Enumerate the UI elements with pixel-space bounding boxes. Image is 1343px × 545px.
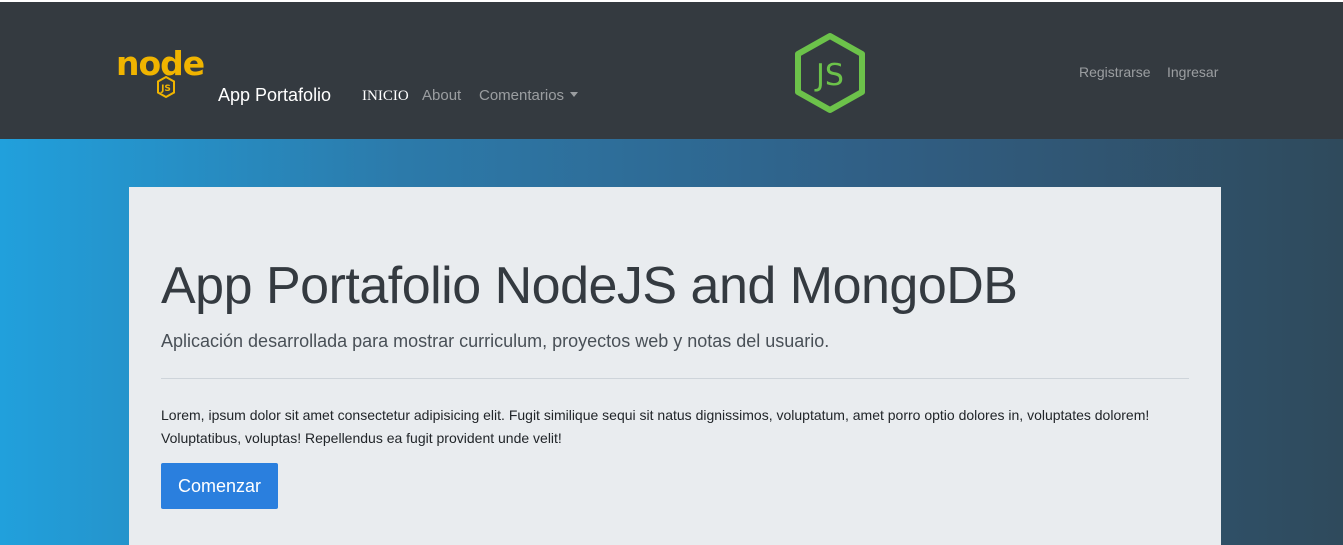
nav-link-about[interactable]: About	[422, 87, 461, 105]
comenzar-button[interactable]: Comenzar	[161, 463, 278, 509]
nav-link-ingresar[interactable]: Ingresar	[1167, 63, 1218, 81]
brand-title[interactable]: App Portafolio	[218, 84, 331, 106]
page-title: App Portafolio NodeJS and MongoDB	[161, 257, 1018, 315]
nav-dropdown-comentarios[interactable]: Comentarios	[479, 87, 579, 105]
js-hexagon-logo-icon: JS	[793, 32, 867, 114]
hero-section: App Portafolio NodeJS and MongoDB Aplica…	[0, 139, 1343, 545]
navbar: node JS App Portafolio INICIO About Come…	[0, 2, 1343, 139]
body-text: Lorem, ipsum dolor sit amet consectetur …	[161, 407, 1150, 446]
divider	[161, 378, 1189, 379]
center-logo-text: JS	[814, 58, 844, 93]
nav-link-registrarse[interactable]: Registrarse	[1079, 63, 1151, 81]
caret-down-icon	[570, 92, 579, 97]
brand-logo-badge: JS	[160, 84, 171, 94]
brand-logo-wordmark: node	[116, 44, 204, 83]
jumbotron: App Portafolio NodeJS and MongoDB Aplica…	[129, 187, 1221, 545]
nav-link-inicio[interactable]: INICIO	[362, 87, 409, 105]
lead-text: Aplicación desarrollada para mostrar cur…	[161, 331, 830, 351]
nodejs-logo-icon[interactable]: node JS	[116, 42, 216, 102]
nav-dropdown-label: Comentarios	[479, 87, 565, 104]
